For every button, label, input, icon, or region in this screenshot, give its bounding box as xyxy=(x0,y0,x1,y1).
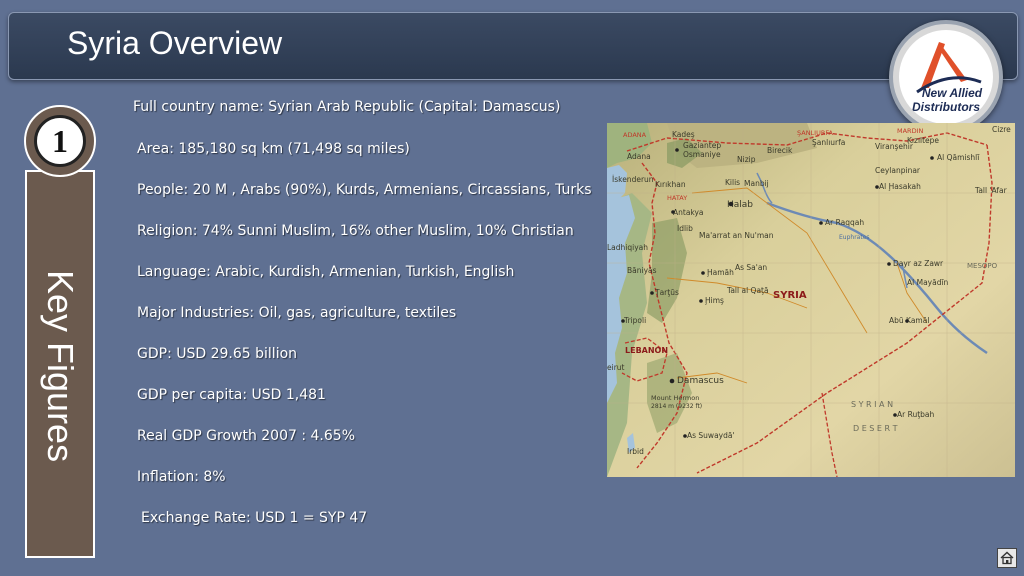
logo-text-line1: New Allied xyxy=(921,86,983,100)
fact-religion: Religion: 74% Sunni Muslim, 16% other Mu… xyxy=(137,223,574,239)
map-label-birecik: Birecik xyxy=(767,146,793,155)
map-label-assuwayda: As Suwaydā' xyxy=(687,431,735,440)
title-bar: Syria Overview xyxy=(8,12,1018,80)
fact-industries: Major Industries: Oil, gas, agriculture,… xyxy=(137,305,457,321)
section-number-badge: 1 xyxy=(24,105,96,177)
map-label-iskenderun: İskenderun xyxy=(612,175,654,184)
map-graphic: ADANA Kadeş Adana Gaziantep Osmaniye Niz… xyxy=(607,123,1015,477)
map-label-hamah: Ḩamāh xyxy=(707,268,734,277)
map-label-kilis: Kilis xyxy=(725,178,740,187)
map-label-hasakah: Al Ḩasakah xyxy=(879,182,921,191)
home-icon xyxy=(1000,551,1014,565)
map-label-sanliurfa-province: ŞANLIURFA xyxy=(797,129,834,137)
map-label-kirikhan: Kırıkhan xyxy=(655,180,686,189)
map-label-desert: D E S E R T xyxy=(853,424,898,433)
map-label-tallafar: Tall 'Afar xyxy=(974,186,1008,195)
map-label-kades: Kadeş xyxy=(672,130,695,139)
map-label-cizre: Cizre xyxy=(992,125,1011,134)
home-button[interactable] xyxy=(997,548,1017,568)
map-label-mount-hermon: Mount Hermon xyxy=(651,394,699,402)
map-label-lebanon: LEBANON xyxy=(625,346,668,355)
map-label-damascus: Damascus xyxy=(677,376,724,386)
map-label-osmaniye: Osmaniye xyxy=(683,150,721,159)
map-label-abukamal: Abū Kamāl xyxy=(889,316,929,325)
map-label-raqqah: Ar Raqqah xyxy=(825,218,864,227)
map-label-euphrates: Euphrates xyxy=(839,234,870,241)
map-label-tartus: Ţarţūs xyxy=(654,288,679,297)
map-label-tallalqata: Tall al Qaţā xyxy=(726,286,769,295)
map-label-qamishli: Al Qāmishlī xyxy=(937,153,980,162)
map-label-sanliurfa: Şanlıurfa xyxy=(812,138,845,147)
fact-area: Area: 185,180 sq km (71,498 sq miles) xyxy=(137,141,410,157)
map-label-almayadin: Al Mayādīn xyxy=(907,278,949,287)
map-label-idlib: Idlib xyxy=(677,224,693,233)
fact-inflation: Inflation: 8% xyxy=(137,469,226,485)
map-label-gaziantep: Gaziantep xyxy=(683,141,721,150)
map-label-syria: SYRIA xyxy=(773,290,807,301)
map-label-antakya: Antakya xyxy=(673,208,704,217)
map-label-dayrazzawr: Dayr az Zawr xyxy=(893,259,944,268)
map-label-syrian: S Y R I A N xyxy=(851,400,893,409)
fact-people: People: 20 M , Arabs (90%), Kurds, Armen… xyxy=(137,182,592,198)
logo-text-line2: Distributors xyxy=(911,100,980,114)
map-label-hims: Ḩimş xyxy=(705,296,724,305)
syria-map: ADANA Kadeş Adana Gaziantep Osmaniye Niz… xyxy=(607,123,1015,477)
fact-language: Language: Arabic, Kurdish, Armenian, Tur… xyxy=(137,264,515,280)
page-title: Syria Overview xyxy=(67,25,283,61)
section-label: Key Figures xyxy=(40,269,81,463)
map-label-tripoli: Tripoli xyxy=(623,316,646,325)
map-label-mardin: MARDIN xyxy=(897,127,923,135)
map-label-nizip: Nizip xyxy=(737,155,756,164)
map-label-maarrat: Ma'arrat an Nu'man xyxy=(699,231,774,240)
map-label-beirut: eirut xyxy=(607,363,625,372)
map-label-adana-province: ADANA xyxy=(623,131,647,139)
logo-emblem: New Allied Distributors xyxy=(899,30,993,124)
fact-exchange-rate: Exchange Rate: USD 1 = SYP 47 xyxy=(141,510,368,526)
map-label-adana: Adana xyxy=(627,152,651,161)
map-label-baniyas: Bāniyās xyxy=(627,266,657,275)
company-logo: New Allied Distributors xyxy=(889,20,1003,134)
map-label-kiziltepe: Kızıltepe xyxy=(907,136,939,145)
map-label-assaan: As Sa'an xyxy=(735,263,767,272)
map-label-hatay: HATAY xyxy=(667,194,687,202)
map-label-ladhiqiyah: Ladhiqiyah xyxy=(607,243,648,252)
map-label-hermon-elevation: 2814 m (9232 ft) xyxy=(651,403,702,410)
fact-gdp: GDP: USD 29.65 billion xyxy=(137,346,298,362)
fact-gdp-per-capita: GDP per capita: USD 1,481 xyxy=(137,387,326,403)
map-label-mesopo: MESOPO xyxy=(967,262,998,270)
fact-gdp-growth: Real GDP Growth 2007 : 4.65% xyxy=(137,428,355,444)
map-label-ceylanpinar: Ceylanpinar xyxy=(875,166,921,175)
map-label-arrutbah: Ar Ruţbah xyxy=(897,410,935,419)
map-label-irbid: Irbid xyxy=(627,447,644,456)
fact-country-name: Full country name: Syrian Arab Republic … xyxy=(133,99,561,115)
map-label-manbij: Manbij xyxy=(744,179,769,188)
section-number: 1 xyxy=(34,115,86,167)
